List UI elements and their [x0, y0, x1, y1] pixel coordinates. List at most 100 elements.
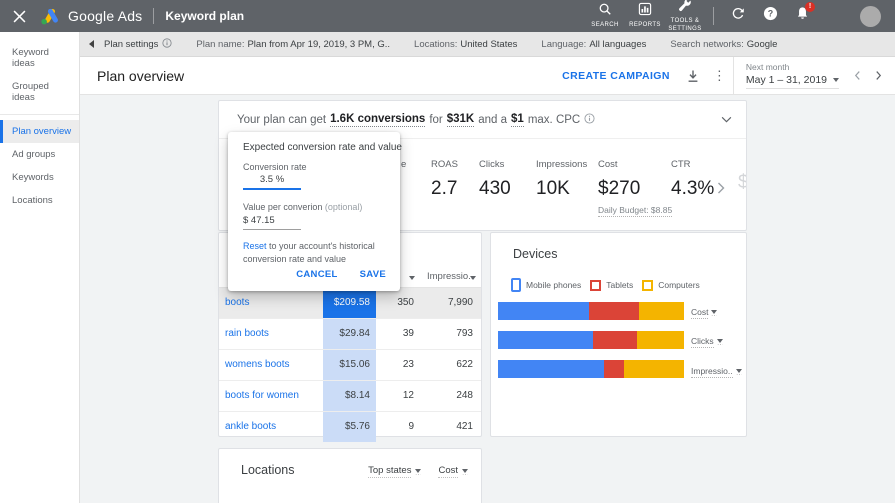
avatar[interactable]	[860, 5, 881, 27]
cancel-button[interactable]: CANCEL	[296, 269, 337, 280]
clipped-next-metric: $	[738, 172, 746, 194]
metric-impressions: Impressions 10K	[536, 159, 588, 199]
language-field[interactable]: Language: All languages	[541, 39, 646, 50]
sidebar-item-ad-groups[interactable]: Ad groups	[0, 143, 79, 166]
clicks-computer-segment	[637, 331, 684, 349]
reports-button[interactable]: REPORTS	[625, 2, 665, 30]
sidebar-item-grouped-ideas[interactable]: Grouped ideas	[0, 75, 79, 109]
conversion-rate-input[interactable]: 3.5 %	[243, 174, 301, 190]
search-button[interactable]: SEARCH	[585, 2, 625, 30]
tablet-icon	[590, 279, 602, 291]
impressions-cell: 248	[456, 390, 473, 401]
impressions-column-dropdown-icon[interactable]	[470, 276, 476, 280]
close-icon[interactable]	[13, 10, 26, 23]
table-row: womens boots $15.06 23 622	[219, 350, 481, 381]
chevron-down-icon	[711, 310, 718, 316]
chevron-down-icon	[716, 339, 723, 345]
sidebar-item-keywords[interactable]: Keywords	[0, 166, 79, 189]
date-range-selector[interactable]: Next month May 1 – 31, 2019	[732, 56, 847, 95]
chevron-down-icon	[833, 78, 839, 82]
notifications-button[interactable]: !	[789, 2, 815, 26]
impressions-cell: 622	[456, 359, 473, 370]
clicks-column-dropdown-icon[interactable]	[409, 276, 415, 280]
cost-tablet-segment	[589, 302, 640, 320]
reset-link[interactable]: Reset	[243, 241, 267, 251]
clicks-bar-dropdown[interactable]: Clicks	[691, 336, 723, 348]
refresh-button[interactable]	[725, 7, 751, 26]
page-header: Plan overview CREATE CAMPAIGN ⋮ Next mon…	[80, 56, 895, 95]
computer-icon	[642, 279, 654, 291]
sidebar: Keyword ideas Grouped ideas Plan overvie…	[0, 32, 80, 503]
locations-metric-dropdown[interactable]: Cost	[438, 465, 468, 478]
appbar-separator	[713, 7, 714, 25]
next-period-icon[interactable]	[875, 70, 882, 81]
keyword-link[interactable]: boots for women	[225, 390, 299, 401]
keyword-link[interactable]: ankle boots	[225, 421, 276, 432]
collapse-arrow-icon[interactable]	[89, 40, 94, 48]
table-row: boots for women $8.14 12 248	[219, 381, 481, 412]
conversions-forecast-link[interactable]: 1.6K conversions	[330, 113, 426, 127]
top-states-dropdown[interactable]: Top states	[368, 465, 422, 478]
search-networks-field[interactable]: Search networks: Google	[670, 39, 777, 50]
keyword-link[interactable]: rain boots	[225, 328, 269, 339]
value-per-conversion-input[interactable]: $ 47.15	[243, 215, 301, 230]
impressions-bar	[498, 360, 684, 378]
search-icon	[598, 2, 612, 21]
locations-title: Locations	[241, 463, 295, 477]
table-row: ankle boots $5.76 9 421	[219, 412, 481, 442]
conversion-rate-label: Conversion rate	[243, 162, 307, 172]
metric-ctr: CTR 4.3%	[671, 159, 715, 199]
help-icon: ?	[763, 6, 778, 26]
tools-settings-button[interactable]: TOOLS & SETTINGS	[665, 0, 705, 34]
google-ads-logo-icon[interactable]	[39, 7, 61, 26]
locations-card: Locations Top states Cost	[218, 448, 482, 503]
daily-budget-link[interactable]: Daily Budget: $8.85	[598, 205, 673, 217]
chevron-down-icon	[735, 369, 742, 375]
impressions-tablet-segment	[604, 360, 624, 378]
table-row: rain boots $29.84 39 793	[219, 319, 481, 350]
chevron-down-icon	[415, 468, 422, 475]
info-icon[interactable]	[162, 37, 172, 51]
expected-conversion-rate-dialog: Expected conversion rate and value Conve…	[228, 132, 402, 291]
clicks-cell: 9	[408, 421, 414, 432]
legend-mobile-phones: Mobile phones	[511, 278, 581, 292]
max-cpc-link[interactable]: $1	[511, 113, 524, 127]
chevron-down-icon	[462, 468, 468, 475]
cost-forecast-link[interactable]: $31K	[446, 113, 475, 127]
more-options-icon[interactable]: ⋮	[713, 68, 726, 84]
plan-settings-bar: Plan settings Plan name: Plan from Apr 19…	[80, 32, 895, 57]
product-name: Google Ads	[68, 8, 143, 24]
locations-field[interactable]: Locations: United States	[414, 39, 517, 50]
help-button[interactable]: ?	[757, 6, 783, 26]
impressions-column-dropdown[interactable]: Impressio..	[427, 271, 473, 282]
sidebar-item-keyword-ideas[interactable]: Keyword ideas	[0, 41, 79, 75]
appbar-divider	[153, 8, 155, 24]
create-campaign-button[interactable]: CREATE CAMPAIGN	[562, 70, 670, 82]
notification-badge: !	[805, 2, 815, 12]
svg-text:?: ?	[767, 9, 772, 19]
mobile-phone-icon	[511, 278, 521, 292]
collapse-banner-icon[interactable]	[721, 116, 732, 123]
scroll-metrics-right-icon[interactable]	[717, 181, 725, 199]
clicks-bar	[498, 331, 684, 349]
download-icon[interactable]	[686, 69, 700, 83]
plan-name-field[interactable]: Plan name: Plan from Apr 19, 2019, 3 PM, …	[196, 39, 390, 50]
wrench-icon	[678, 0, 692, 17]
save-button[interactable]: SAVE	[360, 269, 386, 280]
clicks-cell: 23	[402, 359, 414, 370]
cost-cell: $8.14	[323, 381, 376, 411]
sidebar-item-locations[interactable]: Locations	[0, 189, 79, 212]
cost-bar-dropdown[interactable]: Cost	[691, 307, 718, 319]
impressions-cell: 7,990	[447, 297, 473, 308]
previous-period-icon[interactable]	[854, 70, 861, 81]
impressions-bar-dropdown[interactable]: Impressio..	[691, 366, 742, 378]
devices-legend: Mobile phones Tablets Computers	[511, 278, 709, 292]
plan-settings-label[interactable]: Plan settings	[104, 39, 158, 50]
metric-partially-hidden: e	[401, 159, 407, 170]
devices-bars	[498, 302, 684, 389]
sidebar-item-plan-overview[interactable]: Plan overview	[0, 120, 79, 143]
info-icon[interactable]	[584, 112, 595, 127]
date-range-value: May 1 – 31, 2019	[745, 74, 827, 86]
keyword-link[interactable]: womens boots	[225, 359, 289, 370]
keyword-link[interactable]: boots	[225, 297, 249, 308]
